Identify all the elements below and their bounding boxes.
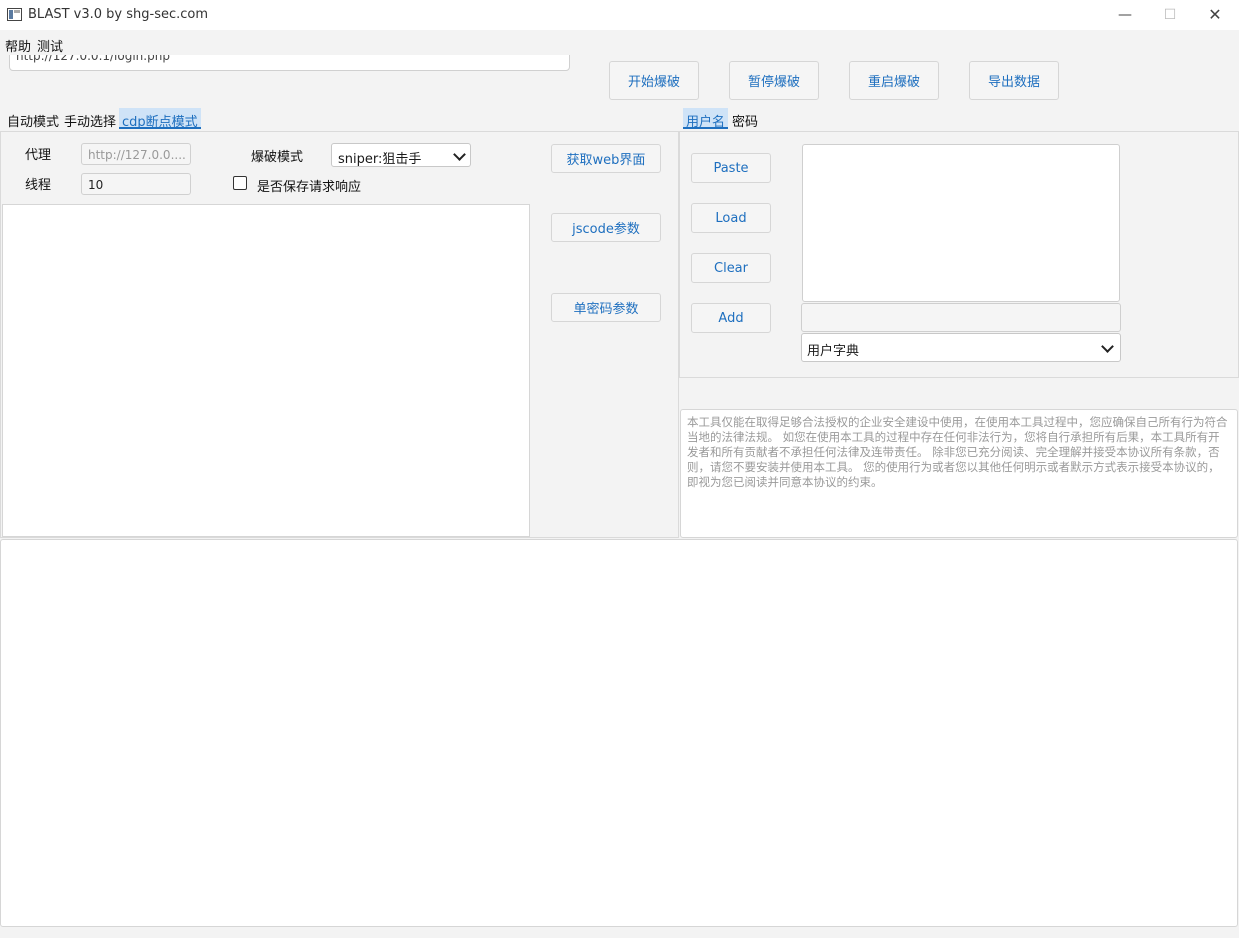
load-button[interactable]: Load [691,203,771,233]
dictionary-list[interactable] [802,144,1120,302]
chevron-down-icon [1101,340,1114,353]
log-output-area[interactable] [0,539,1238,927]
brute-mode-value: sniper:狙击手 [338,152,422,167]
brute-mode-label: 爆破模式 [251,150,304,165]
menu-test[interactable]: 测试 [37,36,63,55]
chevron-down-icon [453,148,466,161]
jscode-param-button[interactable]: jscode参数 [551,213,661,242]
thread-input[interactable]: 10 [81,173,191,195]
pause-brute-button[interactable]: 暂停爆破 [729,61,819,100]
proxy-input[interactable]: http://127.0.0.... [81,143,191,165]
add-entry-input[interactable] [801,303,1121,332]
tab-cdp-mode[interactable]: cdp断点模式 [119,108,201,130]
clear-button[interactable]: Clear [691,253,771,283]
save-response-checkbox[interactable] [233,176,247,190]
menu-help[interactable]: 帮助 [5,36,31,55]
save-response-label: 是否保存请求响应 [257,180,362,195]
brute-mode-select[interactable]: sniper:狙击手 [331,143,471,167]
minimize-icon[interactable]: — [1103,4,1147,26]
tab-username[interactable]: 用户名 [683,108,729,130]
dictionary-select[interactable]: 用户字典 [801,333,1121,362]
dictionary-select-value: 用户字典 [807,344,860,359]
thread-label: 线程 [25,178,52,193]
proxy-label: 代理 [25,148,52,163]
restart-brute-button[interactable]: 重启爆破 [849,61,939,100]
window-title: BLAST v3.0 by shg-sec.com [28,7,209,22]
app-icon [7,8,22,21]
menu-bar: 帮助 测试 [0,30,1239,55]
start-brute-button[interactable]: 开始爆破 [609,61,699,100]
disclaimer-text: 本工具仅能在取得足够合法授权的企业安全建设中使用，在使用本工具过程中，您应确保自… [680,409,1238,538]
tab-password[interactable]: 密码 [729,108,761,130]
maximize-icon[interactable]: ☐ [1148,4,1192,26]
close-icon[interactable]: ✕ [1193,4,1237,26]
single-password-param-button[interactable]: 单密码参数 [551,293,661,322]
export-data-button[interactable]: 导出数据 [969,61,1059,100]
get-web-button[interactable]: 获取web界面 [551,144,661,173]
tab-auto-mode[interactable]: 自动模式 [4,108,62,130]
paste-button[interactable]: Paste [691,153,771,183]
tab-manual-mode[interactable]: 手动选择 [61,108,119,130]
request-text-area[interactable] [2,204,530,537]
add-button[interactable]: Add [691,303,771,333]
